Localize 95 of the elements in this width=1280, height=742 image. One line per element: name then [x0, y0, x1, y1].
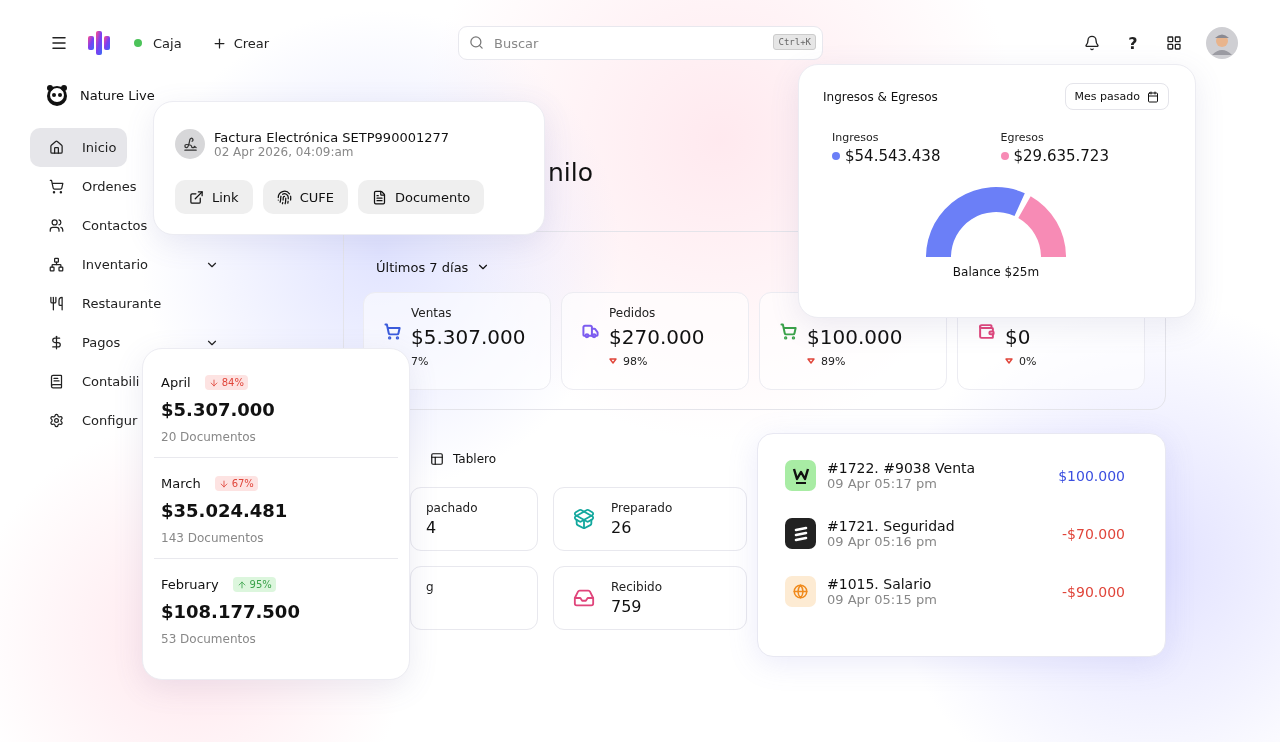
- document-count: 143 Documentos: [161, 531, 264, 545]
- month-name: March: [161, 476, 201, 491]
- legend-value: $29.635.723: [1013, 147, 1109, 165]
- stat-change: 98%: [623, 354, 648, 368]
- change-badge: 84%: [204, 375, 248, 390]
- logo: [88, 31, 110, 55]
- transaction-amount: $100.000: [1058, 467, 1125, 484]
- balance-text: Balance $25m: [952, 265, 1040, 279]
- status-card[interactable]: pachado 4: [410, 487, 538, 551]
- month-name: February: [161, 577, 219, 592]
- status-card[interactable]: Recibido 759: [553, 566, 747, 630]
- nav-item[interactable]: Contabili: [30, 362, 140, 401]
- legend-label: Egresos: [1000, 131, 1045, 144]
- avatar[interactable]: [1206, 27, 1238, 59]
- stat-label: Ventas: [411, 306, 453, 320]
- cashflow-title: Ingresos & Egresos: [823, 89, 938, 104]
- company-name: Nature Live: [80, 87, 155, 103]
- transaction-logo: [785, 460, 816, 491]
- month-amount: $5.307.000: [161, 399, 275, 420]
- board-title: Tablero: [453, 452, 497, 466]
- transaction-title: #1721. Seguridad: [827, 518, 956, 534]
- transaction-title: #1722. #9038 Venta: [827, 460, 977, 476]
- help-button[interactable]: ?: [1124, 33, 1142, 53]
- status-card[interactable]: Preparado 26: [553, 487, 747, 551]
- nav-item[interactable]: Pagos: [30, 323, 230, 362]
- invoice-action-button[interactable]: Link: [175, 180, 253, 214]
- transaction-date: 09 Apr 05:15 pm: [827, 592, 938, 607]
- transaction-amount: -$70.000: [1062, 525, 1125, 542]
- invoice-title: Factura Electrónica SETP990001277: [214, 129, 450, 145]
- search-icon: [469, 35, 484, 50]
- status-label: g: [426, 579, 434, 596]
- transaction-title: #1015. Salario: [827, 576, 933, 592]
- document-count: 20 Documentos: [161, 430, 256, 444]
- change-badge: 67%: [214, 476, 258, 491]
- status-label: Preparado: [611, 500, 673, 517]
- calendar-icon: [1147, 90, 1159, 103]
- stat-change: 7%: [411, 354, 429, 368]
- period-dropdown[interactable]: Últimos 7 días: [363, 256, 491, 278]
- month-amount: $108.177.500: [161, 601, 300, 622]
- stat-value: $100.000: [807, 325, 904, 349]
- stat-label: Pedidos: [609, 306, 657, 320]
- hierarchy-icon: [49, 257, 64, 272]
- invoice-action-button[interactable]: Documento: [357, 180, 485, 214]
- utensils-icon: [49, 296, 64, 311]
- fingerprint-icon: [276, 189, 292, 205]
- status-count: 759: [611, 596, 643, 618]
- people-icon: [49, 218, 64, 233]
- status-card[interactable]: g: [410, 566, 538, 630]
- transaction-logo: [785, 518, 816, 549]
- nav-item[interactable]: Restaurante: [30, 284, 162, 323]
- notifications-button[interactable]: [1084, 35, 1100, 51]
- transaction-amount: -$90.000: [1062, 583, 1125, 600]
- month-amount: $35.024.481: [161, 500, 288, 521]
- settings-icon: [49, 413, 64, 428]
- shortcut-key: Ctrl+K: [773, 34, 816, 50]
- range-button[interactable]: Mes pasado: [1064, 83, 1169, 110]
- book-icon: [49, 374, 64, 389]
- panda-logo: [46, 84, 68, 106]
- nav-item[interactable]: Ordenes: [30, 167, 137, 206]
- apps-button[interactable]: [1166, 35, 1182, 51]
- legend-label: Ingresos: [832, 131, 880, 144]
- stat-value: $5.307.000: [411, 325, 527, 349]
- external-link-icon: [189, 189, 204, 205]
- transaction-date: 09 Apr 05:17 pm: [827, 476, 938, 491]
- nav-item[interactable]: Inventario: [30, 245, 230, 284]
- document-icon: [371, 189, 387, 205]
- nav-item[interactable]: Configur: [30, 401, 138, 440]
- signature-icon: [175, 129, 205, 159]
- month-name: April: [161, 375, 191, 390]
- invoice-action-button[interactable]: CUFE: [262, 180, 348, 214]
- greeting-heading: nilo: [548, 158, 594, 188]
- legend-value: $54.543.438: [845, 147, 941, 165]
- invoice-date: 02 Apr 2026, 04:09:am: [214, 144, 355, 159]
- stat-change: 89%: [821, 354, 846, 368]
- nav-item[interactable]: Inicio: [30, 128, 128, 167]
- create-button[interactable]: Crear: [211, 35, 270, 51]
- stat-value: $270.000: [609, 325, 706, 349]
- nav-item[interactable]: Contactos: [30, 206, 148, 245]
- status-label: pachado: [426, 500, 478, 517]
- status-label: Recibido: [611, 579, 663, 596]
- globe-icon: [785, 576, 816, 607]
- stat-value: $0: [1005, 325, 1032, 349]
- board-icon: [430, 452, 444, 466]
- plus-icon: [211, 35, 227, 51]
- status-count: 4: [426, 517, 438, 539]
- document-count: 53 Documentos: [161, 632, 256, 646]
- home-icon: [49, 140, 64, 155]
- menu-button[interactable]: [50, 34, 68, 52]
- status-count: 26: [611, 517, 633, 539]
- transaction-date: 09 Apr 05:16 pm: [827, 534, 938, 549]
- store-button[interactable]: Caja: [134, 35, 182, 51]
- dollar-icon: [49, 335, 64, 350]
- stat-change: 0%: [1019, 354, 1037, 368]
- change-badge: 95%: [232, 577, 276, 592]
- cart-icon: [49, 179, 64, 194]
